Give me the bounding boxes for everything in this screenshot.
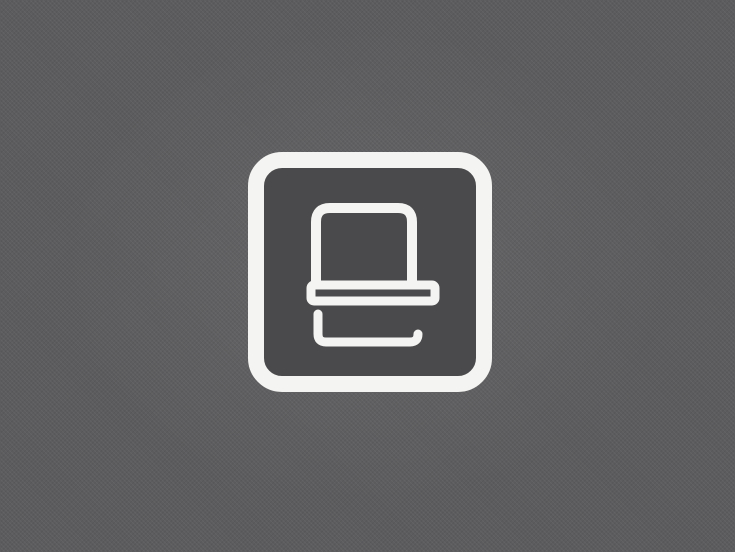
app-icon[interactable]	[248, 152, 492, 392]
device-base-bar	[306, 280, 440, 306]
outer-frame	[248, 152, 492, 392]
app-icon-glyph	[248, 152, 492, 392]
